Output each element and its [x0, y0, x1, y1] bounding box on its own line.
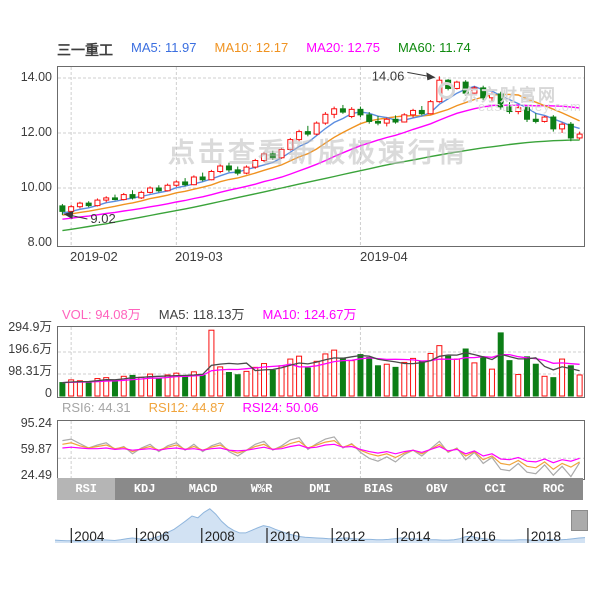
price-tick-12: 12.00 [0, 125, 52, 140]
tab-roc[interactable]: ROC [525, 478, 583, 500]
rsi-panel [57, 420, 585, 480]
legend-vol-ma5: MA5: 118.13万 [159, 304, 245, 323]
tab-wpctr[interactable]: W%R [232, 478, 290, 500]
legend-ma60: MA60: 11.74 [398, 40, 471, 60]
rsi-chart [58, 421, 584, 479]
svg-text:2018: 2018 [531, 529, 561, 544]
svg-text:2016: 2016 [466, 529, 496, 544]
tab-kdj[interactable]: KDJ [115, 478, 173, 500]
stock-name: 三一重工 [57, 40, 113, 60]
svg-text:2014: 2014 [400, 529, 431, 544]
volume-legend: VOL: 94.08万 MA5: 118.13万 MA10: 124.67万 [62, 304, 357, 323]
svg-text:2004: 2004 [74, 529, 105, 544]
rsi-tick-59: 59.87 [0, 442, 52, 457]
tab-rsi[interactable]: RSI [57, 478, 115, 500]
candlestick-chart: 14.06 9.02 [58, 67, 584, 246]
vol-tick-294: 294.9万 [0, 320, 52, 335]
svg-text:2010: 2010 [270, 529, 300, 544]
legend-vol: VOL: 94.08万 [62, 304, 141, 323]
rsi-legend: RSI6: 44.31 RSI12: 44.87 RSI24: 50.06 [62, 400, 318, 415]
tab-dmi[interactable]: DMI [291, 478, 349, 500]
legend-ma5: MA5: 11.97 [131, 40, 197, 60]
legend-ma20: MA20: 12.75 [306, 40, 380, 60]
legend-vol-ma10: MA10: 124.67万 [263, 304, 357, 323]
legend-rsi6: RSI6: 44.31 [62, 400, 131, 415]
vol-tick-0: 0 [0, 386, 52, 401]
timeline-scroll-handle[interactable] [571, 510, 588, 531]
main-legend: 三一重工 MA5: 11.97 MA10: 12.17 MA20: 12.75 … [57, 40, 471, 60]
history-timeline[interactable]: 2004 2006 2008 2010 2012 2014 2016 2018 [55, 503, 585, 545]
legend-rsi24: RSI24: 50.06 [243, 400, 319, 415]
legend-rsi12: RSI12: 44.87 [149, 400, 225, 415]
svg-text:2008: 2008 [205, 529, 235, 544]
date-tick-apr: 2019-04 [360, 249, 408, 264]
price-tick-10: 10.00 [0, 180, 52, 195]
timeline-chart: 2004 2006 2008 2010 2012 2014 2016 2018 [55, 503, 585, 545]
svg-text:14.06: 14.06 [372, 68, 405, 83]
vol-tick-98: 98.31万 [0, 364, 52, 379]
date-tick-mar: 2019-03 [175, 249, 223, 264]
volume-panel [57, 326, 585, 398]
svg-text:2006: 2006 [140, 529, 170, 544]
svg-text:2012: 2012 [335, 529, 365, 544]
stock-chart-app: 三一重工 MA5: 11.97 MA10: 12.17 MA20: 12.75 … [0, 0, 600, 600]
volume-chart [58, 327, 584, 397]
date-tick-feb: 2019-02 [70, 249, 118, 264]
rsi-tick-95: 95.24 [0, 416, 52, 431]
main-chart-panel: 14.06 9.02 [57, 66, 585, 247]
rsi-tick-24: 24.49 [0, 468, 52, 483]
price-tick-8: 8.00 [0, 235, 52, 250]
tab-bias[interactable]: BIAS [349, 478, 407, 500]
price-tick-14: 14.00 [0, 70, 52, 85]
tab-cci[interactable]: CCI [466, 478, 524, 500]
vol-tick-196: 196.6万 [0, 342, 52, 357]
svg-text:9.02: 9.02 [90, 211, 115, 226]
tab-obv[interactable]: OBV [408, 478, 466, 500]
indicator-tabbar: RSIKDJMACDW%RDMIBIASOBVCCIROC [57, 478, 583, 500]
tab-macd[interactable]: MACD [174, 478, 232, 500]
legend-ma10: MA10: 12.17 [215, 40, 289, 60]
